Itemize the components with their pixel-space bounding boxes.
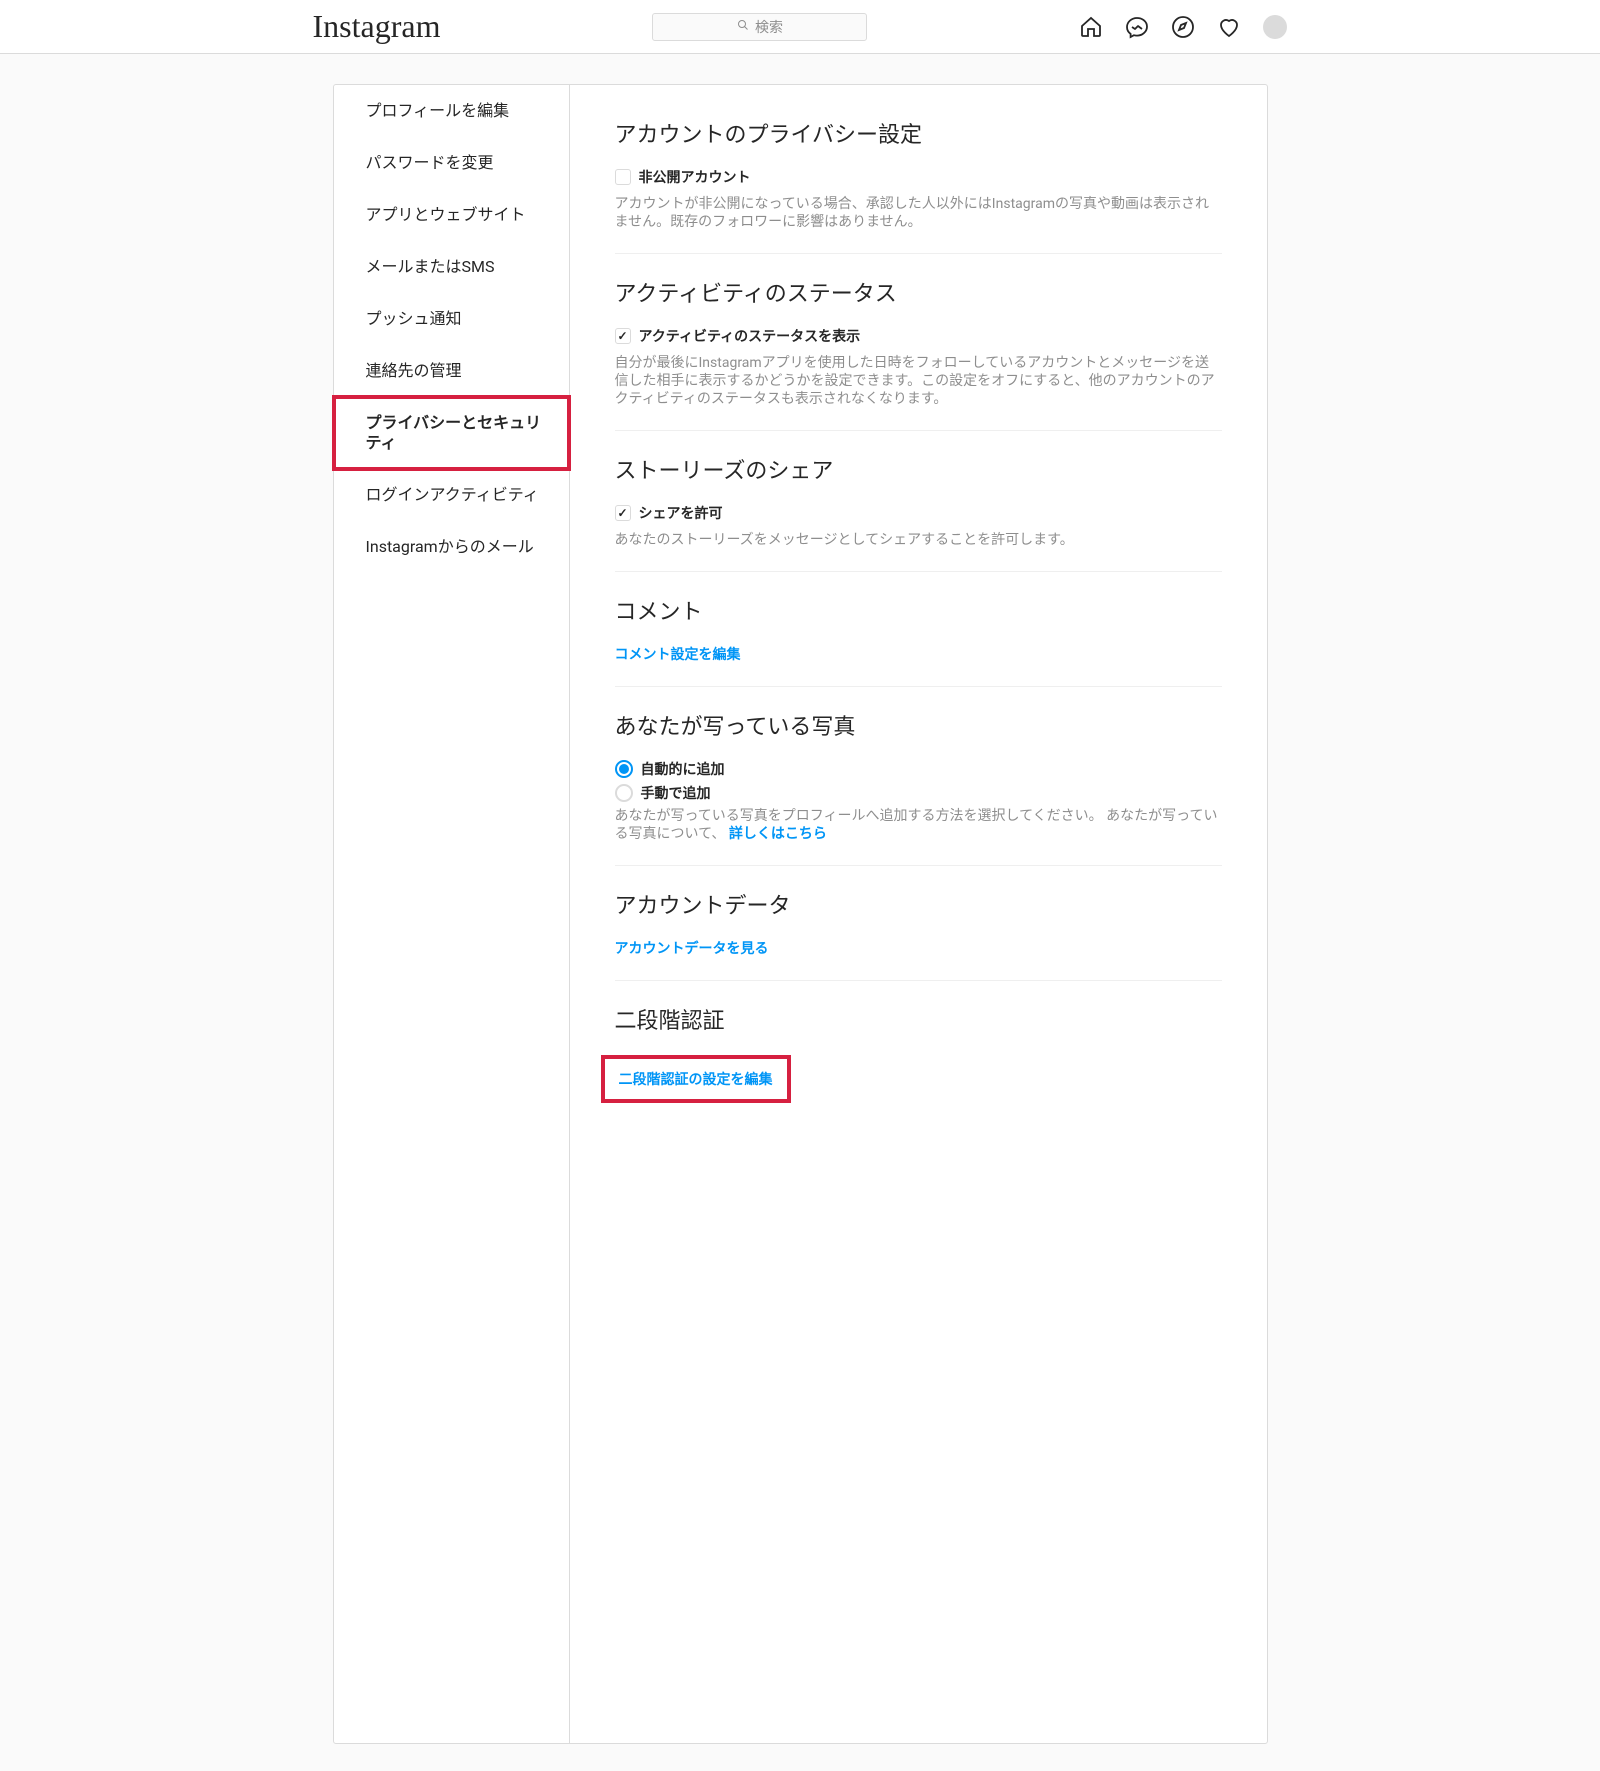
section-title: コメント [615, 594, 1222, 626]
explore-icon[interactable] [1171, 15, 1195, 39]
activity-status-label: アクティビティのステータスを表示 [639, 326, 861, 346]
private-account-checkbox[interactable] [615, 169, 631, 185]
sidebar: プロフィールを編集 パスワードを変更 アプリとウェブサイト メールまたはSMS … [334, 85, 570, 1743]
messenger-icon[interactable] [1125, 15, 1149, 39]
radio-add-auto-label: 自動的に追加 [641, 759, 725, 779]
section-two-factor: 二段階認証 二段階認証の設定を編集 [615, 1003, 1222, 1125]
top-nav: Instagram 検索 [0, 0, 1600, 54]
activity-status-desc: 自分が最後にInstagramアプリを使用した日時をフォローしているアカウントと… [615, 354, 1222, 408]
sidebar-item-change-password[interactable]: パスワードを変更 [334, 137, 569, 189]
section-comments: コメント コメント設定を編集 [615, 594, 1222, 687]
section-story-sharing: ストーリーズのシェア シェアを許可 あなたのストーリーズをメッセージとしてシェア… [615, 453, 1222, 572]
sidebar-item-emails-from-ig[interactable]: Instagramからのメール [334, 521, 569, 573]
edit-two-factor-link[interactable]: 二段階認証の設定を編集 [619, 1072, 773, 1088]
search-icon [737, 19, 749, 35]
story-share-checkbox[interactable] [615, 505, 631, 521]
section-account-privacy: アカウントのプライバシー設定 非公開アカウント アカウントが非公開になっている場… [615, 117, 1222, 254]
view-account-data-link[interactable]: アカウントデータを見る [615, 941, 769, 957]
activity-icon[interactable] [1217, 15, 1241, 39]
brand-logo[interactable]: Instagram [313, 8, 441, 45]
sidebar-item-push[interactable]: プッシュ通知 [334, 293, 569, 345]
sidebar-item-login-activity[interactable]: ログインアクティビティ [334, 469, 569, 521]
sidebar-item-contacts[interactable]: 連絡先の管理 [334, 345, 569, 397]
sidebar-item-email-sms[interactable]: メールまたはSMS [334, 241, 569, 293]
photos-learn-more-link[interactable]: 詳しくはこちら [729, 826, 827, 842]
section-account-data: アカウントデータ アカウントデータを見る [615, 888, 1222, 981]
radio-add-auto[interactable] [615, 760, 633, 778]
story-share-label: シェアを許可 [639, 503, 723, 523]
edit-comment-settings-link[interactable]: コメント設定を編集 [615, 647, 741, 663]
search-placeholder: 検索 [755, 17, 783, 37]
section-photos-of-you: あなたが写っている写真 自動的に追加 手動で追加 あなたが写っている写真をプロフ… [615, 709, 1222, 866]
section-title: アカウントデータ [615, 888, 1222, 920]
top-nav-inner: Instagram 検索 [313, 8, 1288, 45]
home-icon[interactable] [1079, 15, 1103, 39]
sidebar-item-apps-websites[interactable]: アプリとウェブサイト [334, 189, 569, 241]
settings-content: アカウントのプライバシー設定 非公開アカウント アカウントが非公開になっている場… [570, 85, 1267, 1743]
photos-desc-text: あなたが写っている写真をプロフィールへ追加する方法を選択してください。 あなたが… [615, 808, 1218, 842]
photos-of-you-desc: あなたが写っている写真をプロフィールへ追加する方法を選択してください。 あなたが… [615, 807, 1222, 843]
section-title: アカウントのプライバシー設定 [615, 117, 1222, 149]
avatar[interactable] [1263, 15, 1287, 39]
section-title: 二段階認証 [615, 1003, 1222, 1035]
section-title: ストーリーズのシェア [615, 453, 1222, 485]
section-title: あなたが写っている写真 [615, 709, 1222, 741]
story-share-desc: あなたのストーリーズをメッセージとしてシェアすることを許可します。 [615, 531, 1222, 549]
private-account-label: 非公開アカウント [639, 167, 751, 187]
search-input[interactable]: 検索 [652, 13, 867, 41]
section-activity-status: アクティビティのステータス アクティビティのステータスを表示 自分が最後にIns… [615, 276, 1222, 431]
section-title: アクティビティのステータス [615, 276, 1222, 308]
private-account-desc: アカウントが非公開になっている場合、承認した人以外にはInstagramの写真や… [615, 195, 1222, 231]
radio-add-manual-label: 手動で追加 [641, 783, 711, 803]
sidebar-item-edit-profile[interactable]: プロフィールを編集 [334, 85, 569, 137]
nav-icons [1079, 15, 1287, 39]
two-factor-highlight-box: 二段階認証の設定を編集 [601, 1055, 791, 1103]
radio-add-manual[interactable] [615, 784, 633, 802]
activity-status-checkbox[interactable] [615, 328, 631, 344]
sidebar-item-privacy-security[interactable]: プライバシーとセキュリティ [334, 397, 569, 469]
settings-panel: プロフィールを編集 パスワードを変更 アプリとウェブサイト メールまたはSMS … [333, 84, 1268, 1744]
